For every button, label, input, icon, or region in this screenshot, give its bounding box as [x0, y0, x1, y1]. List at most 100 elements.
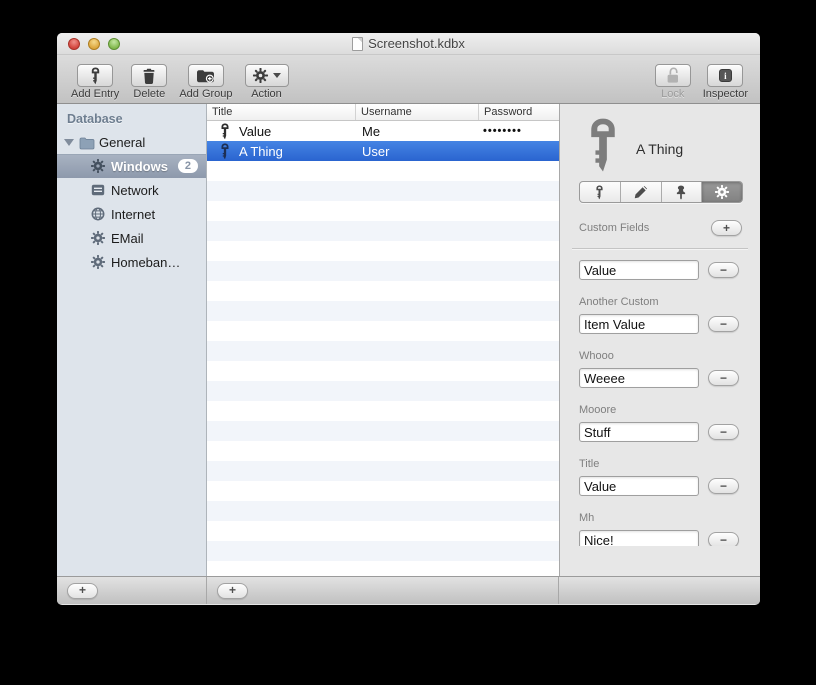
- toolbar-button: Add Group: [179, 64, 233, 100]
- disclosure-triangle-icon[interactable]: [64, 139, 74, 146]
- custom-field-group: −: [579, 260, 744, 280]
- toolbar-button-label: Add Entry: [71, 88, 120, 100]
- entry-key-icon: [591, 118, 615, 172]
- add-entry-footer-button[interactable]: +: [217, 582, 248, 599]
- entry-title-cell: A Thing: [239, 143, 283, 159]
- table-footer: +: [207, 577, 559, 604]
- sidebar-items: Windows 2 Network Internet EMail Homeban…: [57, 154, 206, 274]
- custom-field-input[interactable]: [579, 314, 699, 334]
- inspector-entry-title: A Thing: [636, 141, 684, 157]
- table-row[interactable]: A Thing User: [207, 141, 559, 161]
- custom-field-input[interactable]: [579, 260, 699, 280]
- gear-icon: [91, 255, 105, 269]
- toolbar-button-label: Add Group: [179, 88, 233, 100]
- sidebar-group-general[interactable]: General: [57, 131, 206, 154]
- window-title: Screenshot.kdbx: [368, 36, 465, 51]
- sidebar-item[interactable]: EMail: [57, 226, 206, 250]
- pushpin-icon: [677, 185, 686, 200]
- sidebar-item-label: Homeban…: [111, 254, 181, 270]
- trash-icon: [143, 68, 155, 84]
- count-badge: 2: [177, 159, 198, 173]
- toolbar-button-face[interactable]: [654, 64, 691, 87]
- remove-field-button[interactable]: −: [708, 316, 739, 332]
- inspector-tab[interactable]: [621, 182, 662, 202]
- add-group-footer-button[interactable]: +: [67, 582, 98, 599]
- key-icon: [221, 143, 229, 159]
- remove-field-button[interactable]: −: [708, 532, 739, 546]
- column-header-title[interactable]: Title: [207, 104, 356, 120]
- custom-field-label: Title: [579, 458, 600, 470]
- sidebar-footer: +: [57, 577, 207, 604]
- remove-field-button[interactable]: −: [708, 478, 739, 494]
- sidebar-item-label: EMail: [111, 230, 144, 246]
- key-icon: [221, 123, 229, 139]
- custom-fields-label: Custom Fields: [579, 222, 650, 234]
- window-title-area: Screenshot.kdbx: [57, 33, 760, 54]
- gear-icon: [91, 231, 105, 245]
- table-body: Value Me •••••••• A Thing User: [207, 121, 559, 576]
- app-window: Screenshot.kdbx Add Entry Delete Add Gro…: [57, 33, 760, 605]
- traffic-lights: [68, 38, 120, 50]
- inspector-tab[interactable]: [662, 182, 703, 202]
- inspector-tab[interactable]: [580, 182, 621, 202]
- sidebar-group-label: General: [99, 135, 146, 150]
- pencil-icon: [634, 185, 648, 198]
- custom-field-group: Mh −: [579, 511, 744, 546]
- custom-field-input[interactable]: [579, 476, 699, 496]
- custom-field-input[interactable]: [579, 368, 699, 388]
- sidebar-item[interactable]: Internet: [57, 202, 206, 226]
- inspector-footer: [559, 577, 760, 604]
- toolbar-button-face[interactable]: [187, 64, 224, 87]
- remove-field-button[interactable]: −: [708, 424, 739, 440]
- custom-field-group: Another Custom −: [579, 295, 744, 334]
- table-row[interactable]: Value Me ••••••••: [207, 121, 559, 141]
- toolbar-button-label: Inspector: [702, 88, 748, 100]
- column-header-password[interactable]: Password: [479, 104, 559, 120]
- entry-username-cell: Me: [362, 123, 381, 139]
- sidebar-header: Database: [67, 112, 123, 126]
- padlock-open-icon: [666, 67, 679, 84]
- custom-field-group: Mooore −: [579, 403, 744, 442]
- toolbar-button: Lock: [654, 64, 691, 100]
- dropdown-arrow-icon: [272, 73, 281, 78]
- toolbar-button-face[interactable]: i: [707, 64, 744, 87]
- custom-fields-header: Custom Fields +: [579, 220, 742, 236]
- inspector-tab[interactable]: [702, 182, 742, 202]
- custom-field-input[interactable]: [579, 530, 699, 546]
- toolbar-button-label: Lock: [661, 88, 685, 100]
- sidebar: Database General Windows 2 Network Inter…: [57, 104, 207, 576]
- folder-plus-icon: [196, 69, 216, 83]
- sidebar-item-label: Network: [111, 182, 159, 198]
- remove-field-button[interactable]: −: [708, 370, 739, 386]
- close-button[interactable]: [68, 38, 80, 50]
- sidebar-item-label: Internet: [111, 206, 156, 222]
- sidebar-item[interactable]: Network: [57, 178, 206, 202]
- custom-field-input[interactable]: [579, 422, 699, 442]
- add-custom-field-button[interactable]: +: [711, 220, 742, 236]
- sidebar-item[interactable]: Windows 2: [57, 154, 206, 178]
- entry-password-cell: ••••••••: [483, 125, 522, 137]
- globe-icon: [91, 207, 105, 221]
- toolbar-button-face[interactable]: [131, 64, 168, 87]
- toolbar-button-face[interactable]: [77, 64, 114, 87]
- custom-field-label: Another Custom: [579, 296, 659, 308]
- bottom-bar: + +: [57, 576, 760, 604]
- toolbar-button: i Inspector: [703, 64, 748, 100]
- remove-field-button[interactable]: −: [708, 262, 739, 278]
- document-icon: [352, 36, 364, 51]
- custom-fields-list: − Another Custom − Whooo − Mooore − Titl…: [579, 256, 744, 546]
- column-header-username[interactable]: Username: [356, 104, 479, 120]
- server-icon: [91, 184, 105, 196]
- gear-icon: [91, 159, 105, 173]
- toolbar-button-face[interactable]: [244, 64, 289, 87]
- custom-field-label: Mooore: [579, 404, 617, 416]
- entry-title-cell: Value: [239, 123, 272, 139]
- gear-icon: [715, 185, 730, 199]
- sidebar-item[interactable]: Homeban…: [57, 250, 206, 274]
- zoom-button[interactable]: [108, 38, 120, 50]
- toolbar: Add Entry Delete Add Group Action Lock i…: [57, 55, 760, 104]
- minimize-button[interactable]: [88, 38, 100, 50]
- toolbar-left-group: Add Entry Delete Add Group Action: [71, 64, 289, 100]
- custom-field-label: Mh: [579, 512, 595, 524]
- titlebar[interactable]: Screenshot.kdbx: [57, 33, 760, 55]
